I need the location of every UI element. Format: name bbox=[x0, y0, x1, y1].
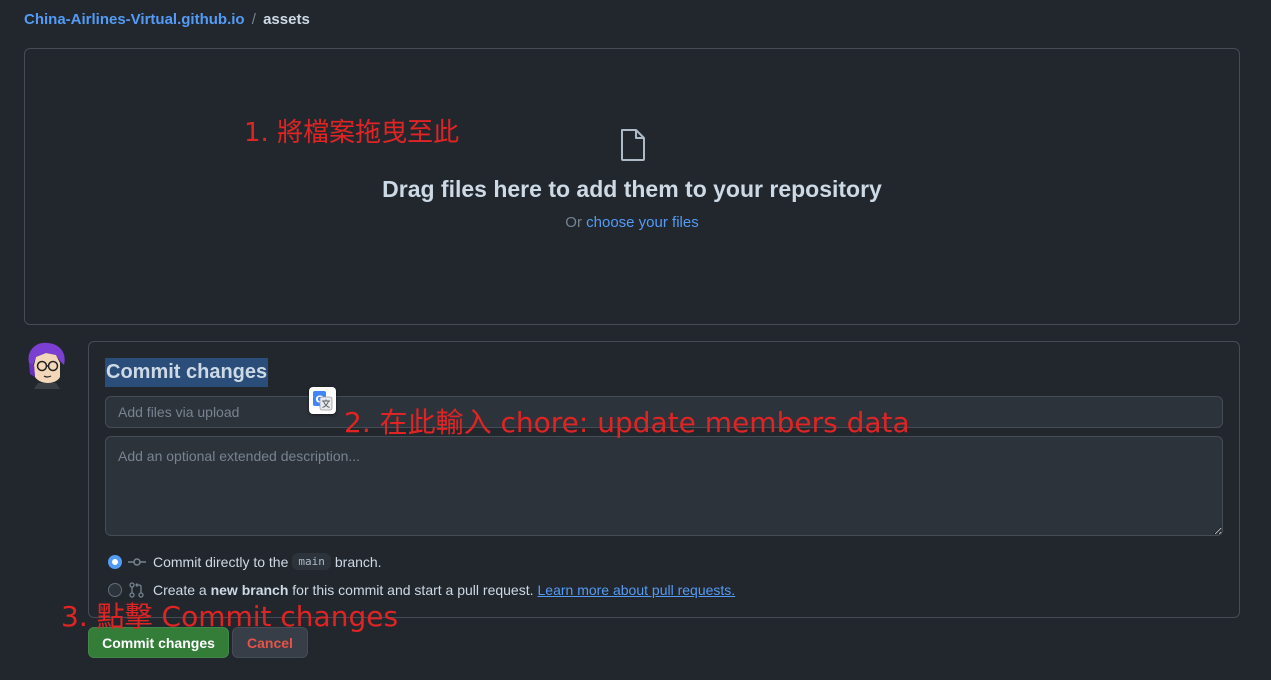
file-dropzone[interactable]: Drag files here to add them to your repo… bbox=[24, 48, 1240, 325]
dropzone-or-text: Or bbox=[565, 214, 582, 231]
google-translate-icon: G bbox=[313, 391, 333, 411]
dropzone-subtitle: Or choose your files bbox=[25, 214, 1239, 231]
annotation-step-1: 1. 將檔案拖曳至此 bbox=[244, 118, 460, 148]
breadcrumb-repo-link[interactable]: China-Airlines-Virtual.github.io bbox=[24, 11, 245, 28]
radio-commit-direct[interactable] bbox=[108, 554, 122, 569]
avatar bbox=[28, 342, 65, 389]
breadcrumb-folder: assets bbox=[263, 11, 310, 28]
file-icon bbox=[621, 129, 645, 161]
git-commit-icon bbox=[128, 557, 146, 566]
branch-name-badge: main bbox=[292, 553, 331, 570]
commit-description-textarea[interactable] bbox=[105, 436, 1223, 536]
annotation-step-2: 2. 在此輸入 chore: update members data bbox=[344, 406, 910, 439]
commit-direct-prefix: Commit directly to the bbox=[153, 553, 289, 570]
breadcrumb: China-Airlines-Virtual.github.io / asset… bbox=[24, 11, 310, 28]
translate-extension-icon[interactable]: G bbox=[309, 387, 336, 414]
breadcrumb-separator: / bbox=[251, 11, 256, 28]
commit-title: Commit changes bbox=[105, 358, 269, 387]
annotation-step-3: 3. 點擊 Commit changes bbox=[61, 600, 399, 633]
commit-direct-option[interactable]: Commit directly to the main branch. bbox=[108, 553, 382, 570]
dropzone-title: Drag files here to add them to your repo… bbox=[382, 176, 882, 202]
choose-files-link[interactable]: choose your files bbox=[586, 214, 699, 231]
learn-more-pull-requests-link[interactable]: Learn more about pull requests. bbox=[538, 582, 736, 598]
commit-direct-suffix: branch. bbox=[334, 553, 382, 570]
